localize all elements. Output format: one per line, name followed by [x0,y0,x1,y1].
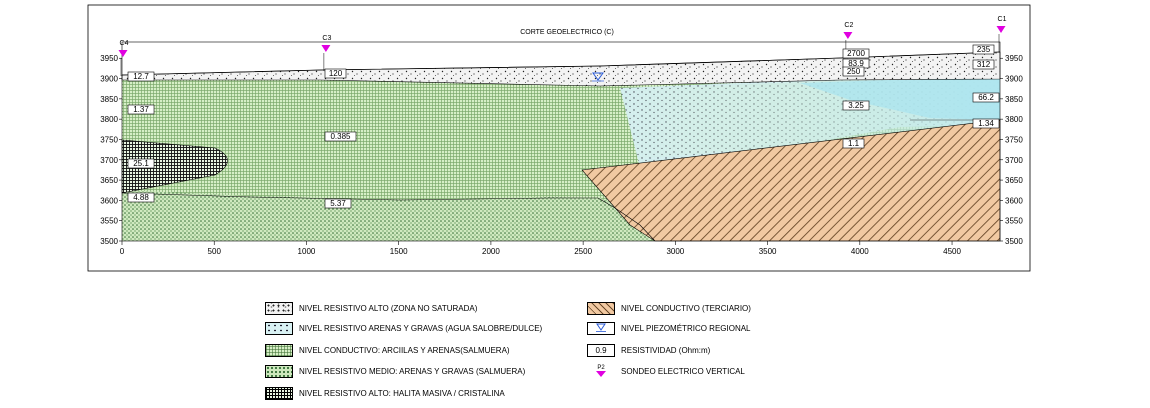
x-tick-label: 1000 [298,247,316,256]
y-tick-label-left: 3700 [100,156,118,165]
swatch-halite [265,386,293,400]
svg-text:P2: P2 [597,365,605,371]
y-tick-label-left: 3900 [100,75,118,84]
x-tick-label: 4000 [851,247,869,256]
resistivity-value: 1.34 [978,119,994,128]
resistivity-value: 250 [847,67,861,76]
sounding-label-c4: C4 [120,40,129,47]
legend-label-unsat: NIVEL RESISTIVO ALTO (ZONA NO SATURADA) [299,303,478,313]
x-tick-label: 2500 [574,247,592,256]
swatch-sand [265,364,293,378]
x-tick-label: 0 [120,247,125,256]
resistivity-value: 25.1 [133,159,149,168]
legend-item-sand: NIVEL RESISTIVO MEDIO: ARENAS Y GRAVAS (… [265,363,525,379]
y-tick-label-right: 3850 [1005,95,1023,104]
resistivity-value: 120 [329,69,343,78]
legend-label-gravel: NIVEL RESISTIVO ARENAS Y GRAVAS (AGUA SA… [299,323,543,333]
sounding-label-c3: C3 [322,35,331,42]
resistivity-value: 12.7 [133,72,149,81]
y-tick-label-right: 3750 [1005,135,1023,144]
y-tick-label-left: 3850 [100,95,118,104]
legend-item-resistivity: 0.9 RESISTIVIDAD (Ohm:m) [587,342,710,358]
resistivity-value: 3.25 [848,101,864,110]
resistivity-value: 312 [977,60,991,69]
resistivity-value: 1.1 [848,139,860,148]
legend-label-sev: SONDEO ELECTRICO VERTICAL [621,366,745,376]
legend-label-sand: NIVEL RESISTIVO MEDIO: ARENAS Y GRAVAS (… [299,366,526,376]
resistivity-value: 1.37 [133,105,149,114]
section-title: CORTE GEOELECTRICO (C) [520,29,614,36]
x-tick-label: 3500 [759,247,777,256]
sounding-label-c2: C2 [844,22,853,29]
y-tick-label-right: 3950 [1005,54,1023,63]
x-tick-label: 3000 [666,247,684,256]
swatch-clay [265,343,293,357]
y-tick-label-right: 3700 [1005,156,1023,165]
resistivity-value: 5.37 [330,199,346,208]
y-tick-label-left: 3600 [100,196,118,205]
swatch-resistivity: 0.9 [587,343,615,357]
sounding-icon: P2 [596,365,606,377]
y-tick-label-right: 3600 [1005,196,1023,205]
y-tick-label-left: 3750 [100,135,118,144]
legend-label-halite: NIVEL RESISTIVO ALTO: HALITA MASIVA / CR… [299,388,505,398]
legend-label-clay: NIVEL CONDUCTIVO: ARCIILAS Y ARENAS(SALM… [299,345,510,355]
legend: NIVEL RESISTIVO ALTO (ZONA NO SATURADA) … [265,298,825,406]
resistivity-value: 66.2 [978,93,994,102]
x-tick-label: 1500 [390,247,408,256]
y-tick-label-right: 3900 [1005,75,1023,84]
y-tick-label-left: 3650 [100,176,118,185]
legend-item-unsat: NIVEL RESISTIVO ALTO (ZONA NO SATURADA) [265,300,477,316]
legend-item-halite: NIVEL RESISTIVO ALTO: HALITA MASIVA / CR… [265,385,505,401]
resistivity-value: 4.88 [133,193,149,202]
legend-item-piezo: NIVEL PIEZOMÉTRICO REGIONAL [587,320,751,336]
swatch-unsat [265,301,293,315]
y-tick-label-left: 3550 [100,217,118,226]
x-tick-label: 4500 [943,247,961,256]
y-tick-label-left: 3800 [100,115,118,124]
y-tick-label-left: 3500 [100,237,118,246]
legend-item-gravel: NIVEL RESISTIVO ARENAS Y GRAVAS (AGUA SA… [265,320,542,336]
piezometric-icon [596,323,606,332]
resistivity-value: 0.385 [330,132,351,141]
resistivity-value: 2700 [847,49,865,58]
x-tick-label: 2000 [482,247,500,256]
swatch-piezo [587,321,615,335]
swatch-tert [587,301,615,315]
x-tick-label: 500 [208,247,222,256]
legend-label-tert: NIVEL CONDUCTIVO (TERCIARIO) [621,303,751,313]
swatch-sev: P2 [587,365,615,378]
sounding-label-c1: C1 [998,16,1007,23]
legend-item-clay: NIVEL CONDUCTIVO: ARCIILAS Y ARENAS(SALM… [265,342,510,358]
legend-item-tert: NIVEL CONDUCTIVO (TERCIARIO) [587,300,751,316]
legend-label-resistivity: RESISTIVIDAD (Ohm:m) [621,345,711,355]
resistivity-value: 235 [977,45,991,54]
y-tick-label-left: 3950 [100,54,118,63]
y-tick-label-right: 3550 [1005,217,1023,226]
y-tick-label-right: 3800 [1005,115,1023,124]
legend-label-piezo: NIVEL PIEZOMÉTRICO REGIONAL [621,323,751,333]
swatch-gravel [265,321,293,335]
y-tick-label-right: 3500 [1005,237,1023,246]
y-tick-label-right: 3650 [1005,176,1023,185]
legend-item-sev: P2 SONDEO ELECTRICO VERTICAL [587,363,745,379]
